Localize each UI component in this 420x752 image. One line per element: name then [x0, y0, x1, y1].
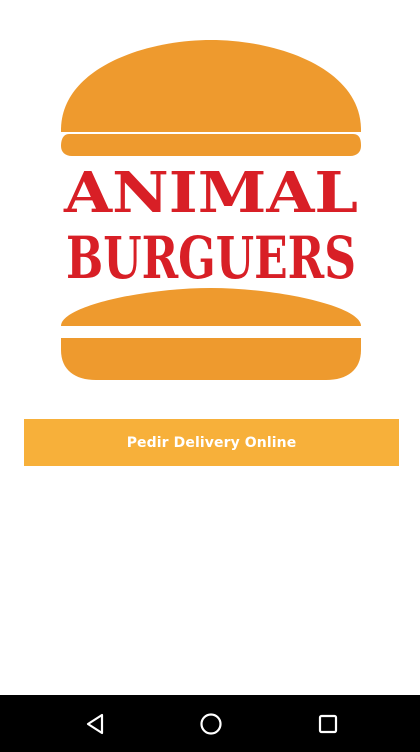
recents-icon: [318, 714, 338, 733]
back-icon: [86, 713, 104, 734]
nav-back-button[interactable]: [65, 695, 125, 752]
logo-line-1: ANIMAL: [63, 160, 358, 226]
top-bun: [61, 40, 361, 132]
animal-burguers-logo: ANIMAL BURGUERS: [61, 40, 361, 380]
top-bun-band: [61, 134, 361, 156]
logo-line-2: BURGUERS: [66, 224, 356, 292]
order-delivery-button[interactable]: Pedir Delivery Online: [24, 419, 399, 466]
bottom-bun-top: [61, 288, 361, 326]
system-navigation-bar: [0, 695, 420, 752]
nav-recents-button[interactable]: [298, 695, 358, 752]
home-icon: [200, 712, 222, 735]
nav-home-button[interactable]: [181, 695, 241, 752]
bottom-bun: [61, 338, 361, 380]
app-screen: ANIMAL BURGUERS Pedir Delivery Online: [0, 0, 420, 752]
